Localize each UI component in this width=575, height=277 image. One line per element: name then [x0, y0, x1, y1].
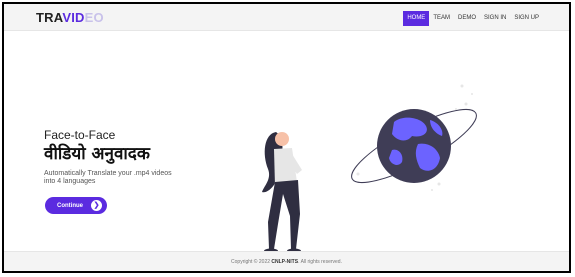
person-illustration: [262, 132, 302, 254]
brand-part-3: EO: [84, 10, 104, 25]
nav-sign-in[interactable]: SIGN IN: [480, 11, 510, 26]
navbar: TRAVIDEO HOME TEAM DEMO SIGN IN SIGN UP: [4, 4, 569, 31]
continue-button[interactable]: Continue ❯: [45, 197, 107, 214]
nav-demo[interactable]: DEMO: [454, 11, 480, 26]
hero-illustration: [244, 84, 477, 254]
footer-prefix: Copyright © 2022: [231, 259, 272, 265]
arrow-right-icon: ❯: [91, 200, 102, 211]
continue-button-label: Continue: [57, 202, 83, 209]
hero-title-line-2: वीडियो अनुवादक: [44, 144, 150, 164]
hero-subtitle: Automatically Translate your .mp4 videos…: [44, 170, 172, 185]
hero-title-line-1: Face-to-Face: [44, 128, 116, 142]
nav-links: HOME TEAM DEMO SIGN IN SIGN UP: [403, 11, 543, 27]
brand-part-1: TRA: [36, 10, 63, 25]
nav-sign-up[interactable]: SIGN UP: [510, 11, 543, 26]
browser-frame: TRAVIDEO HOME TEAM DEMO SIGN IN SIGN UP …: [2, 2, 571, 273]
nav-team[interactable]: TEAM: [429, 11, 454, 26]
footer-org: CNLP-NITS: [271, 259, 299, 265]
brand-part-2: VID: [62, 10, 85, 25]
footer: Copyright © 2022 CNLP-NITS. All rights r…: [4, 251, 569, 271]
brand-logo[interactable]: TRAVIDEO: [36, 10, 104, 25]
footer-suffix: . All rights reserved.: [298, 259, 342, 265]
nav-home[interactable]: HOME: [403, 11, 430, 26]
globe-illustration: [351, 84, 477, 191]
